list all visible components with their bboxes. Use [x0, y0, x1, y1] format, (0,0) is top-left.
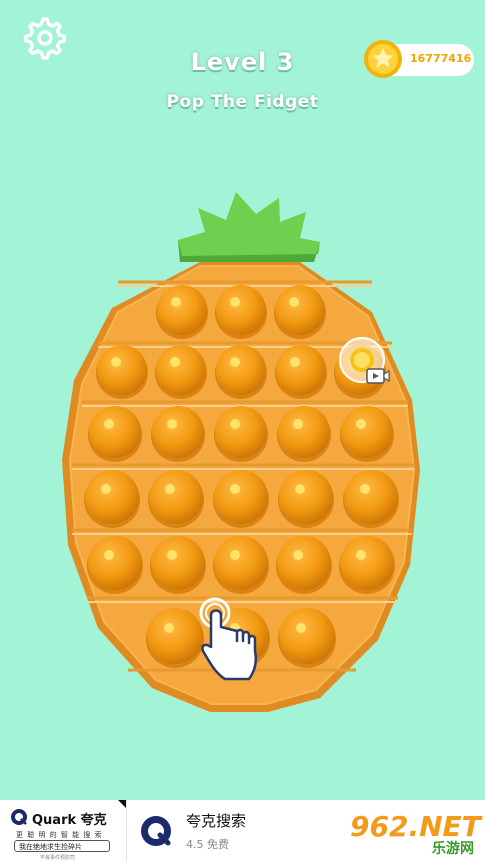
quark-search-box: 我在绝地求生捡碎片: [14, 840, 110, 852]
pineapple-leaves: [178, 192, 320, 262]
pop-bubble[interactable]: [215, 345, 267, 399]
pop-bubble[interactable]: [277, 406, 331, 462]
pop-bubble[interactable]: [274, 285, 326, 339]
pop-bubble[interactable]: [151, 406, 205, 462]
tap-hint-hand-icon: [199, 597, 257, 681]
ad-app-rating: 4.5 免费: [186, 838, 229, 851]
pop-bubble[interactable]: [276, 536, 332, 594]
quark-logo-icon: [11, 809, 27, 825]
pop-bubble[interactable]: [275, 345, 327, 399]
pop-bubble[interactable]: [339, 536, 395, 594]
pop-bubble[interactable]: [215, 285, 267, 339]
pop-bubble[interactable]: [88, 406, 142, 462]
quark-app-icon[interactable]: [137, 812, 175, 850]
ad-corner-mark: [118, 800, 126, 808]
ad-app-name[interactable]: 夸克搜索: [186, 810, 246, 831]
pop-bubble[interactable]: [214, 406, 268, 462]
pop-bubble[interactable]: [87, 536, 143, 594]
quark-ad-panel[interactable]: Quark 夸克 更 聪 明 的 智 能 搜 索 我在绝地求生捡碎片 不良事件预…: [0, 800, 127, 862]
pop-bubble[interactable]: [340, 406, 394, 462]
pop-bubble[interactable]: [156, 285, 208, 339]
pop-bubble[interactable]: [84, 470, 140, 528]
quark-fine-print: 不良事件预防司: [40, 855, 76, 861]
pineapple-popit-board[interactable]: [0, 0, 485, 862]
quark-slogan: 更 聪 明 的 智 能 搜 索: [16, 831, 103, 839]
pop-bubble[interactable]: [96, 345, 148, 399]
pop-bubble[interactable]: [278, 470, 334, 528]
pop-bubble[interactable]: [278, 608, 336, 668]
pop-bubble[interactable]: [155, 345, 207, 399]
quark-brand: Quark 夸克: [32, 813, 107, 828]
watermark-subtext: 乐游网: [432, 841, 474, 857]
pop-bubble[interactable]: [150, 536, 206, 594]
pop-bubble[interactable]: [213, 470, 269, 528]
pop-bubble[interactable]: [148, 470, 204, 528]
pop-bubble[interactable]: [213, 536, 269, 594]
pop-bubble[interactable]: [343, 470, 399, 528]
video-ad-icon[interactable]: [366, 366, 390, 386]
